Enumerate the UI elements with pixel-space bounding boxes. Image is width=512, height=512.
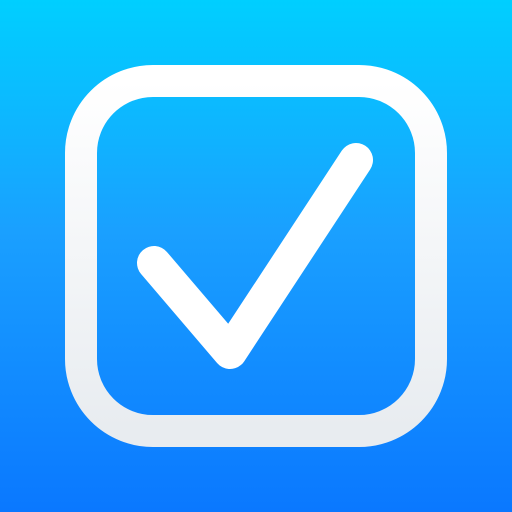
checkbox-frame [65, 65, 447, 447]
app-icon[interactable] [0, 0, 512, 512]
check-mark [137, 143, 373, 369]
checkbox-checked-icon [65, 65, 447, 447]
